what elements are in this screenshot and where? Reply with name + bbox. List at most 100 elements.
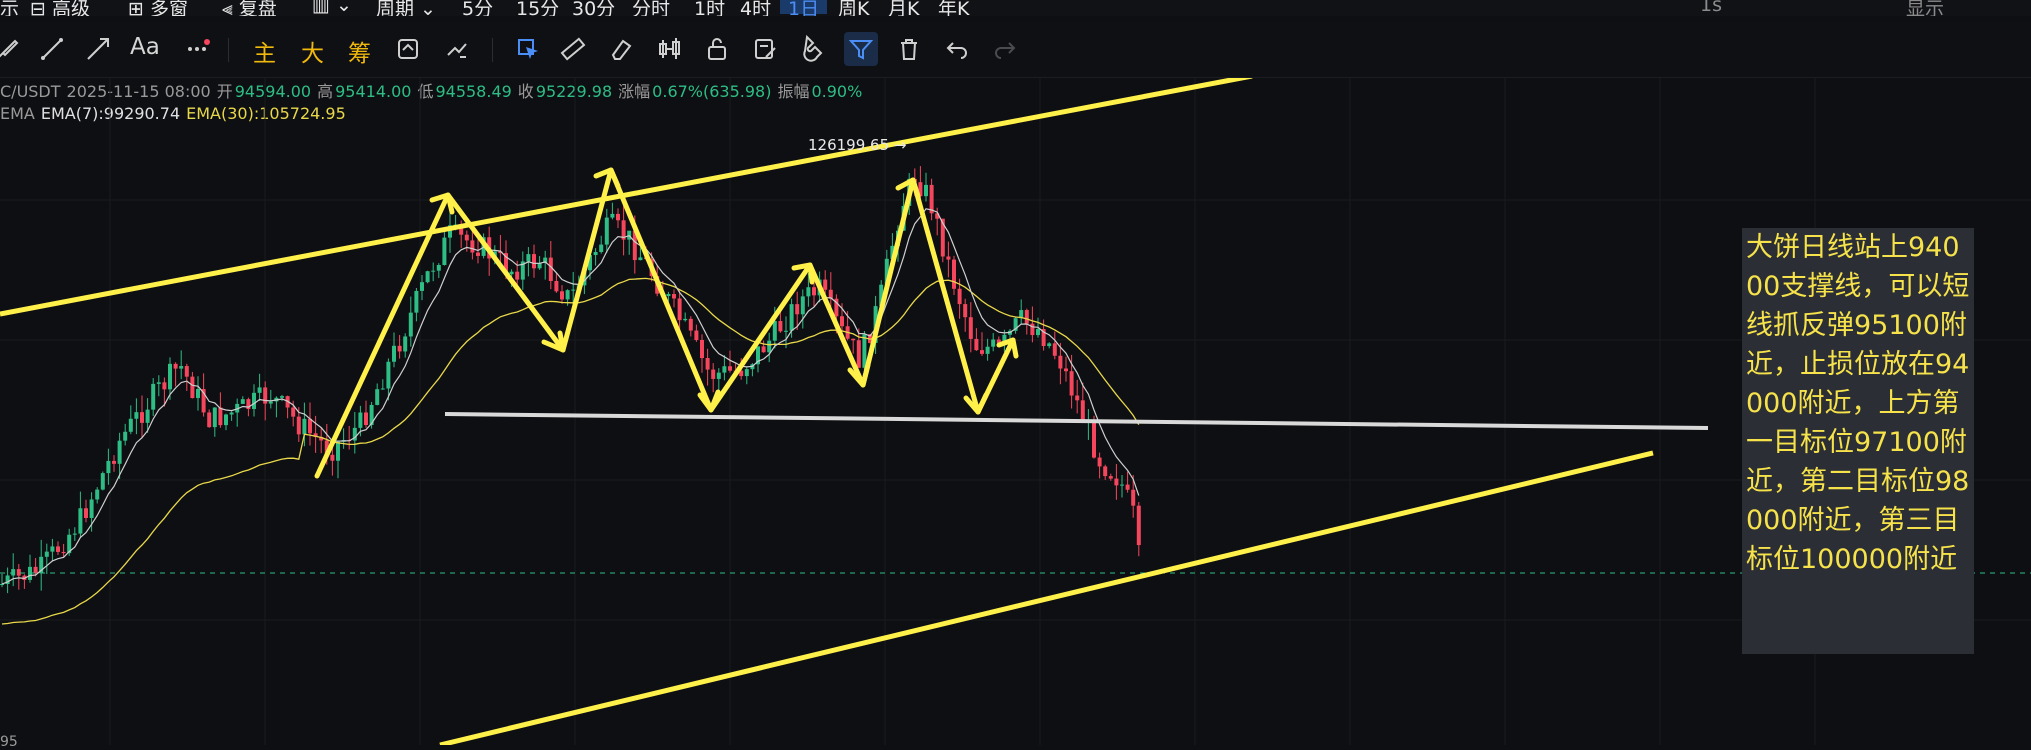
candle-body xyxy=(638,257,643,261)
drawing-toolbar: Aa 主 大 筹 xyxy=(0,22,2031,78)
candle-body xyxy=(980,350,984,354)
candle-body xyxy=(106,460,111,474)
candle-body xyxy=(464,234,469,241)
candle-body xyxy=(100,473,105,490)
top-right-speed[interactable]: 1s xyxy=(1700,0,1722,16)
unlock-icon[interactable] xyxy=(700,32,734,66)
candle-body xyxy=(1108,476,1113,479)
big-indicator-button[interactable]: 大 xyxy=(301,34,324,68)
redo-icon[interactable] xyxy=(988,32,1022,66)
candle-body xyxy=(257,387,262,393)
tf-4h[interactable]: 4时 xyxy=(740,0,771,16)
candle-body xyxy=(420,282,424,291)
select-icon[interactable] xyxy=(511,32,545,66)
candle-body xyxy=(1114,478,1119,486)
candle-body xyxy=(1024,310,1029,324)
main-indicator-button[interactable]: 主 xyxy=(253,34,276,68)
candle-body xyxy=(856,340,861,368)
candle-body xyxy=(397,345,402,352)
candle-body xyxy=(795,304,800,315)
ruler-icon[interactable] xyxy=(556,32,590,66)
ray-icon[interactable] xyxy=(81,32,115,66)
magnet-icon[interactable] xyxy=(796,32,830,66)
candle-body xyxy=(112,460,116,464)
brush-icon[interactable] xyxy=(0,32,24,66)
candle-body xyxy=(548,257,553,282)
filter-icon[interactable] xyxy=(844,32,878,66)
candle-body xyxy=(224,414,228,426)
eraser-icon[interactable] xyxy=(604,32,638,66)
candle-body xyxy=(11,569,16,576)
candle-body xyxy=(364,412,368,426)
candle-body xyxy=(716,372,721,379)
peak-price-label: 126199.65 → xyxy=(808,136,907,154)
undo-icon[interactable] xyxy=(940,32,974,66)
candle-body xyxy=(408,312,413,337)
candle-body xyxy=(425,271,430,283)
candle-body xyxy=(414,290,419,313)
tf-timeline[interactable]: 分时 xyxy=(632,0,670,16)
candle-body xyxy=(1075,395,1080,401)
price-chart[interactable] xyxy=(0,78,2031,745)
candle-body xyxy=(515,271,520,280)
tf-prev[interactable]: 示 xyxy=(0,0,19,16)
candle-body xyxy=(1103,466,1108,477)
text-icon[interactable]: Aa xyxy=(130,34,160,60)
candle-body xyxy=(554,281,559,292)
candle-body xyxy=(156,382,161,384)
candle-body xyxy=(744,369,749,377)
chips-indicator-button[interactable]: 筹 xyxy=(348,34,371,68)
candle-body xyxy=(190,376,195,399)
note-icon[interactable] xyxy=(748,32,782,66)
tf-week[interactable]: 周K xyxy=(838,0,869,16)
candle-body xyxy=(1069,371,1074,396)
analysis-note: 大饼日线站上94000支撑线，可以短线抓反弹95100附近，止损位放在94000… xyxy=(1742,228,1974,654)
candle-body xyxy=(134,412,139,419)
candle-body xyxy=(375,389,380,405)
tf-year[interactable]: 年K xyxy=(938,0,969,16)
candle-body xyxy=(252,392,256,410)
candle-body xyxy=(532,254,536,269)
candle-body xyxy=(280,396,284,398)
candle-icon[interactable] xyxy=(653,32,687,66)
candle-body xyxy=(778,321,783,332)
tf-layout[interactable]: ▥ ⌄ xyxy=(312,0,352,16)
candle-body xyxy=(84,508,88,518)
candle-body xyxy=(722,366,727,373)
candle-body xyxy=(985,346,990,354)
tf-advanced[interactable]: ⊟ 高级 xyxy=(30,0,90,16)
tf-month[interactable]: 月K xyxy=(888,0,919,16)
candle-body xyxy=(476,252,480,256)
candle-body xyxy=(229,412,234,415)
top-right-display[interactable]: 显示 xyxy=(1906,0,1944,16)
tf-30m[interactable]: 30分 xyxy=(572,0,615,16)
candle-body xyxy=(179,366,184,369)
tf-period[interactable]: 周期 ⌄ xyxy=(376,0,436,16)
tf-1d[interactable]: 1日 xyxy=(780,0,828,16)
more-icon[interactable] xyxy=(180,32,214,66)
candle-body xyxy=(840,316,844,327)
candle-body xyxy=(296,416,301,435)
candle-body xyxy=(436,265,441,271)
candle-body xyxy=(442,237,447,266)
swap-icon[interactable] xyxy=(391,32,425,66)
candle-body xyxy=(218,407,223,426)
candle-body xyxy=(162,382,167,390)
tf-replay[interactable]: ⫷ 复盘 xyxy=(222,0,277,16)
tf-1h[interactable]: 1时 xyxy=(694,0,725,16)
candle-body xyxy=(431,270,436,272)
tf-multi-window[interactable]: ⊞ 多窗 xyxy=(128,0,188,16)
candle-body xyxy=(784,330,788,332)
tf-5m[interactable]: 5分 xyxy=(462,0,493,16)
candle-body xyxy=(0,584,4,586)
candle-body xyxy=(823,279,828,290)
measure-icon[interactable] xyxy=(440,32,474,66)
trash-icon[interactable] xyxy=(892,32,926,66)
candle-body xyxy=(89,499,94,518)
toolbar-divider xyxy=(228,38,229,62)
tf-15m[interactable]: 15分 xyxy=(516,0,559,16)
candle-body xyxy=(380,388,385,390)
line-icon[interactable] xyxy=(35,32,69,66)
candle-body xyxy=(1097,457,1102,467)
candle-body xyxy=(1120,484,1124,486)
